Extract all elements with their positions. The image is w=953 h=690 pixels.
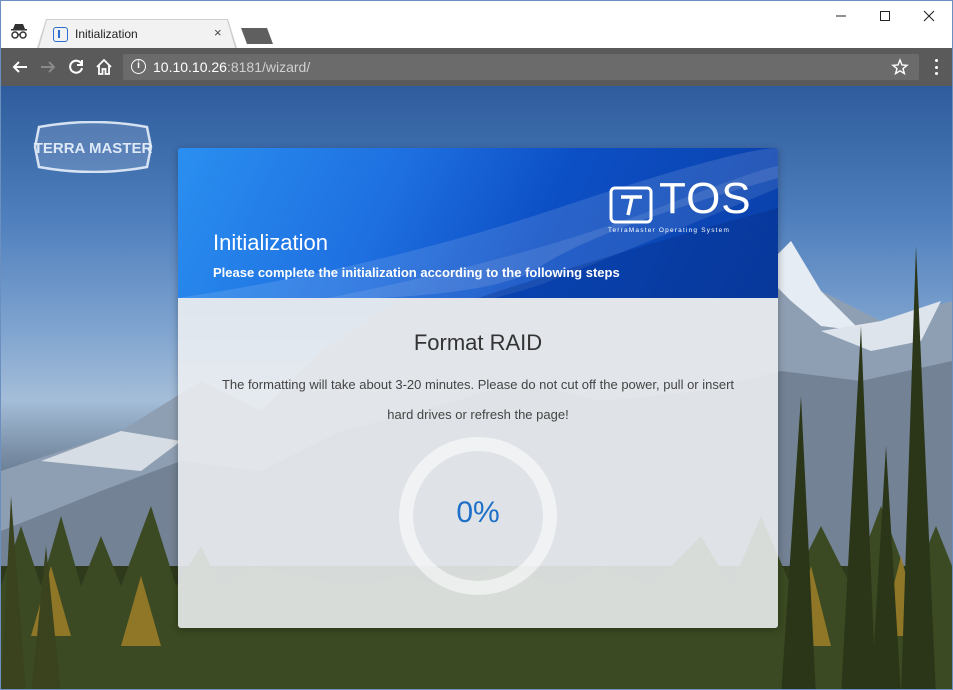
terramaster-logo: TERRA MASTER bbox=[34, 121, 153, 173]
reload-button[interactable] bbox=[65, 56, 87, 78]
browser-menu-icon[interactable] bbox=[926, 57, 946, 77]
address-bar[interactable]: i 10.10.10.26:8181/wizard/ bbox=[123, 54, 919, 80]
tos-brand-text: TOS bbox=[659, 174, 752, 223]
close-window-button[interactable] bbox=[909, 5, 949, 27]
dialog-header: TOS TerraMaster Operating System Initial… bbox=[178, 148, 778, 298]
tos-tagline: TerraMaster Operating System bbox=[608, 227, 731, 234]
maximize-button[interactable] bbox=[865, 5, 905, 27]
browser-toolbar: i 10.10.10.26:8181/wizard/ bbox=[1, 48, 952, 86]
home-button[interactable] bbox=[93, 56, 115, 78]
dialog-subtitle: Please complete the initialization accor… bbox=[213, 265, 620, 280]
reload-icon bbox=[69, 59, 83, 74]
close-icon bbox=[923, 10, 935, 22]
minimize-icon bbox=[836, 15, 846, 17]
address-url: 10.10.10.26:8181/wizard/ bbox=[153, 59, 310, 75]
format-warning-message: The formatting will take about 3-20 minu… bbox=[221, 377, 735, 422]
incognito-icon bbox=[11, 24, 27, 39]
tab-strip: Initialization × bbox=[1, 1, 952, 48]
page-content: TERRA MASTER TOS TerraMaster Operating S… bbox=[1, 86, 952, 689]
url-path: :8181/wizard/ bbox=[226, 59, 311, 75]
initialization-dialog: TOS TerraMaster Operating System Initial… bbox=[178, 148, 778, 628]
home-icon bbox=[96, 58, 112, 75]
maximize-icon bbox=[880, 11, 890, 21]
progress-percentage: 0% bbox=[456, 496, 500, 529]
svg-text:TERRA MASTER: TERRA MASTER bbox=[34, 140, 153, 157]
forward-button[interactable] bbox=[37, 56, 59, 78]
back-button[interactable] bbox=[9, 56, 31, 78]
url-host: 10.10.10.26 bbox=[153, 59, 227, 75]
forward-arrow-icon bbox=[41, 61, 56, 73]
minimize-button[interactable] bbox=[821, 5, 861, 27]
dialog-title: Initialization bbox=[213, 230, 328, 255]
dialog-body: Format RAID The formatting will take abo… bbox=[178, 298, 778, 628]
step-heading: Format RAID bbox=[413, 330, 543, 355]
back-arrow-icon bbox=[12, 61, 27, 73]
site-info-icon[interactable]: i bbox=[131, 59, 146, 74]
browser-window: Initialization × i 10.10.10.26:8181/wiza… bbox=[0, 0, 953, 690]
tab-close-icon[interactable]: × bbox=[214, 25, 222, 40]
new-tab-button[interactable] bbox=[241, 28, 273, 44]
tab-favicon-icon bbox=[53, 27, 68, 42]
bookmark-star-icon[interactable] bbox=[891, 58, 909, 76]
tab-title: Initialization bbox=[75, 27, 138, 41]
